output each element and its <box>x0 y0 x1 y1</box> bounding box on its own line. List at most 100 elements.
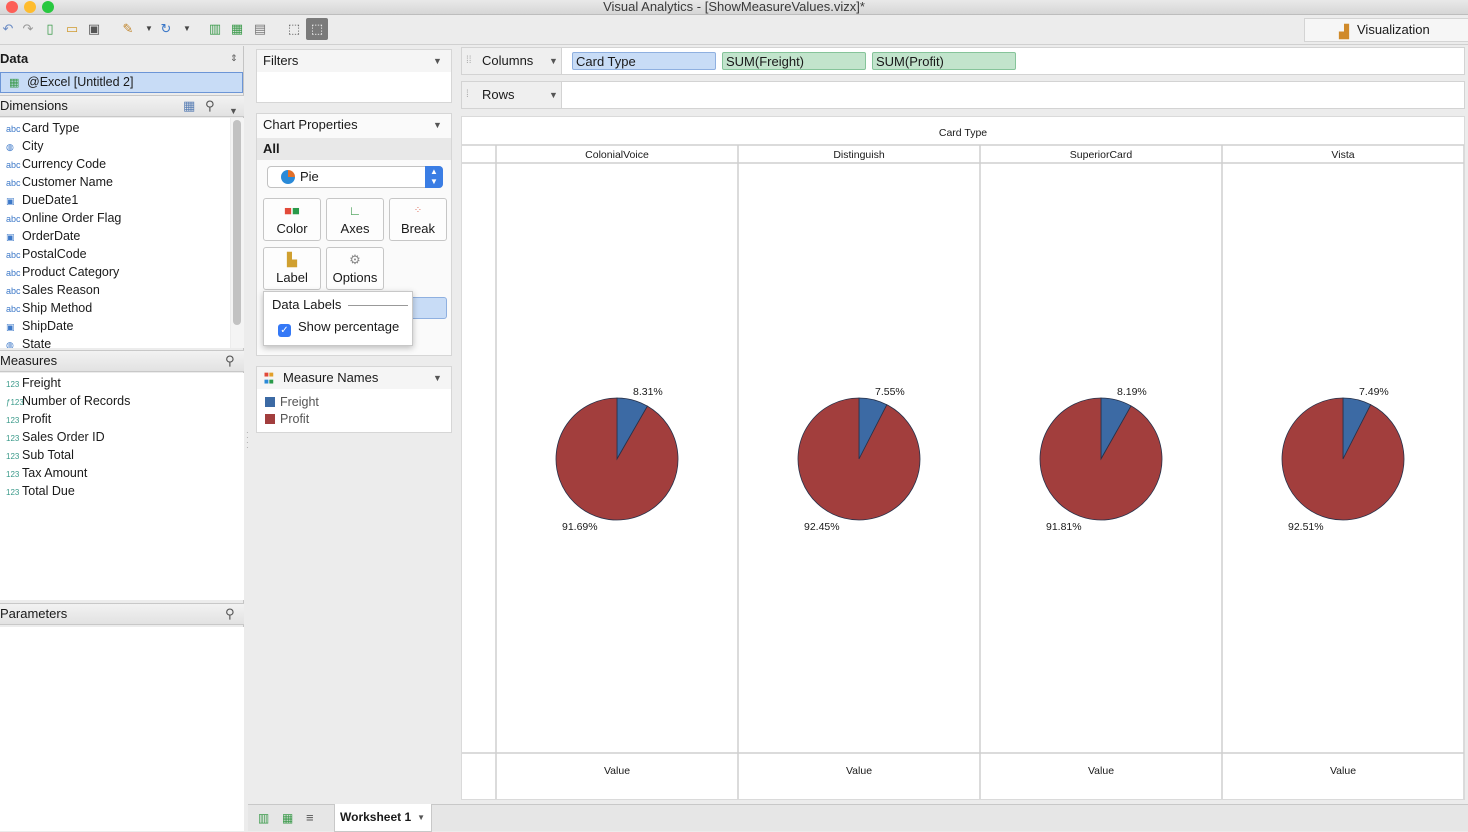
dimension-item[interactable]: ◍ City <box>0 137 44 155</box>
dimension-item[interactable]: ▣ OrderDate <box>0 227 80 245</box>
redo-icon[interactable]: ↷ <box>20 21 36 37</box>
options-button[interactable]: ⚙ Options <box>326 247 384 290</box>
legend-label: Profit <box>280 412 310 426</box>
dimension-item[interactable]: abcCustomer Name <box>0 173 113 191</box>
chevron-down-icon[interactable]: ▼ <box>549 48 558 74</box>
search-icon[interactable]: ⚲ <box>205 96 215 116</box>
data-label-freight: 8.31% <box>633 386 663 398</box>
search-icon[interactable]: ⚲ <box>225 604 235 624</box>
text-type-icon: abc <box>6 304 21 314</box>
show-percentage-checkbox[interactable]: ✓ Show percentage <box>278 319 399 337</box>
tab-worksheet-1[interactable]: Worksheet 1 ▼ <box>334 804 432 832</box>
chevron-down-icon[interactable]: ▼ <box>549 82 558 108</box>
refresh-icon[interactable]: ↻ <box>158 21 174 37</box>
measure-item[interactable]: 123 Freight <box>0 374 61 392</box>
scope-tab-all[interactable]: All <box>257 138 451 160</box>
pie-slice-profit[interactable] <box>555 397 679 521</box>
column-pill-card-type[interactable]: Card Type <box>572 52 716 70</box>
dimension-label: Sales Reason <box>22 283 100 297</box>
format-icon[interactable]: ✎ <box>120 21 136 37</box>
dimension-item[interactable]: ▣ ShipDate <box>0 317 73 335</box>
chevron-down-icon[interactable]: ▼ <box>433 120 442 130</box>
chart-properties-title: Chart Properties <box>263 117 358 132</box>
chevron-down-icon[interactable]: ▼ <box>179 21 195 37</box>
chart-area: Card Type ColonialVoice Value 8.31% 91.69% D… <box>461 116 1465 800</box>
filters-card[interactable]: Filters ▼ <box>256 49 452 103</box>
chevron-down-icon[interactable]: ▼ <box>433 56 442 66</box>
legend-item[interactable]: Freight <box>265 395 319 409</box>
dimension-item[interactable]: abcProduct Category <box>0 263 119 281</box>
save-icon[interactable]: ▣ <box>86 21 102 37</box>
selection-mode-icon[interactable]: ⬚ <box>306 18 328 40</box>
dimension-item[interactable]: abcOnline Order Flag <box>0 209 121 227</box>
dimension-item[interactable]: ◍ State <box>0 335 51 348</box>
measure-item[interactable]: 123 Total Due <box>0 482 75 500</box>
add-dashboard-icon[interactable]: ▦ <box>282 811 293 825</box>
data-source-selector[interactable]: ▦ @Excel [Untitled 2] <box>0 72 243 93</box>
label-button[interactable]: ▙ Label <box>263 247 321 290</box>
data-label-profit: 92.51% <box>1288 521 1324 533</box>
measure-label: Sub Total <box>22 448 74 462</box>
splitter-handle[interactable]: · · · · <box>246 429 249 452</box>
grip-icon: ⁞ <box>466 89 469 100</box>
footer-label: Value <box>1329 765 1357 777</box>
open-folder-icon[interactable]: ▭ <box>64 21 80 37</box>
color-icon: ■■ <box>284 203 300 218</box>
divider <box>348 305 408 306</box>
data-label-freight: 7.49% <box>1359 386 1389 398</box>
visualization-button[interactable]: ▟ Visualization <box>1304 18 1468 42</box>
parameters-header: Parameters ⚲ <box>0 603 244 625</box>
dimension-item[interactable]: abcCard Type <box>0 119 79 137</box>
text-type-icon: abc <box>6 286 21 296</box>
dimension-item[interactable]: abcSales Reason <box>0 281 100 299</box>
break-button[interactable]: ⁘ Break <box>389 198 447 241</box>
pointer-icon[interactable]: ⬚ <box>286 21 302 37</box>
color-icon: ■■ ■■ <box>264 370 274 386</box>
filters-title: Filters <box>257 50 451 72</box>
color-button[interactable]: ■■ Color <box>263 198 321 241</box>
chevron-down-icon[interactable]: ▼ <box>417 804 425 831</box>
chevron-down-icon[interactable]: ▼ <box>141 21 157 37</box>
pie-slice-profit[interactable] <box>797 397 921 521</box>
measure-item[interactable]: ƒ123Number of Records <box>0 392 130 410</box>
table-view-icon[interactable]: ▦ <box>183 96 195 116</box>
measure-item[interactable]: 123 Sub Total <box>0 446 74 464</box>
dimensions-scrollbar[interactable] <box>231 118 244 348</box>
visualization-icon: ▟ <box>1339 24 1349 39</box>
axes-icon: ∟ <box>348 203 362 218</box>
measure-names-title: ■■ ■■ Measure Names <box>257 367 451 389</box>
rows-shelf[interactable]: ⁞ Rows ▼ <box>461 81 1465 109</box>
data-panel-title: Data <box>0 51 29 66</box>
measure-item[interactable]: 123 Sales Order ID <box>0 428 105 446</box>
list-sheets-icon[interactable]: ≡ <box>306 810 314 825</box>
measure-item[interactable]: 123 Tax Amount <box>0 464 87 482</box>
legend-swatch <box>265 414 275 424</box>
chart-type-select[interactable]: Pie ▲ ▼ <box>267 166 443 188</box>
data-label-profit: 92.45% <box>804 521 840 533</box>
dimension-item[interactable]: abcCurrency Code <box>0 155 106 173</box>
number-type-icon: 123 <box>6 488 20 497</box>
measure-item[interactable]: 123 Profit <box>0 410 51 428</box>
undo-icon[interactable]: ↶ <box>0 21 16 37</box>
column-pill-sum-freight[interactable]: SUM(Freight) <box>722 52 866 70</box>
search-icon[interactable]: ⚲ <box>225 351 235 371</box>
data-panel-menu-icon[interactable]: ⇕ <box>230 53 238 64</box>
dimension-item[interactable]: abcPostalCode <box>0 245 87 263</box>
globe-icon: ◍ <box>6 340 14 348</box>
add-table-icon[interactable]: ▦ <box>229 21 245 37</box>
pie-slice-profit[interactable] <box>1039 397 1163 521</box>
column-pill-sum-profit[interactable]: SUM(Profit) <box>872 52 1016 70</box>
dimension-item[interactable]: abcShip Method <box>0 299 92 317</box>
legend-item[interactable]: Profit <box>265 412 309 426</box>
pie-slice-profit[interactable] <box>1281 397 1405 521</box>
chevron-down-icon[interactable]: ▼ <box>433 373 442 383</box>
dimension-item[interactable]: ▣ DueDate1 <box>0 191 78 209</box>
dimensions-list: abcCard Type ◍ City abcCurrency Code abcCust… <box>0 118 230 348</box>
add-worksheet-icon[interactable]: ▥ <box>258 811 269 825</box>
add-chart-icon[interactable]: ▥ <box>207 21 223 37</box>
new-file-icon[interactable]: ▯ <box>42 21 58 37</box>
data-labels-title: Data Labels <box>272 297 342 312</box>
bar-chart-icon[interactable]: ▤ <box>252 21 268 37</box>
title-bar: Visual Analytics - [ShowMeasureValues.vi… <box>0 0 1468 15</box>
axes-button[interactable]: ∟ Axes <box>326 198 384 241</box>
